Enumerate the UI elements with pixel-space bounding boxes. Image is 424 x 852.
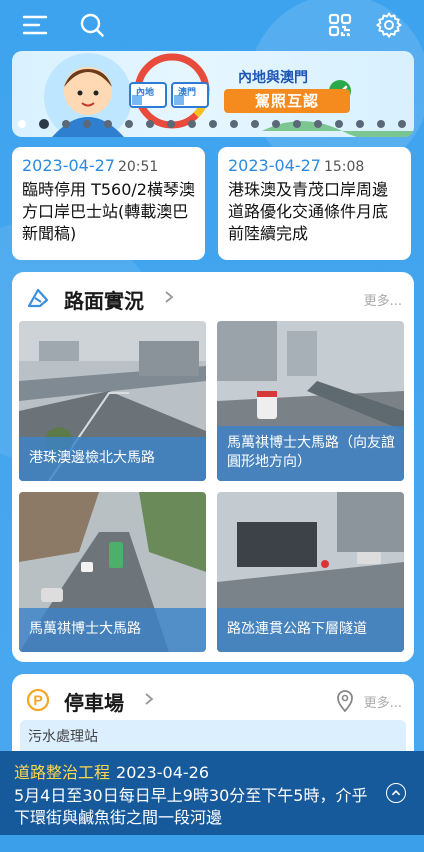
camera-label: 港珠澳邊檢北大馬路 bbox=[19, 437, 206, 481]
road-more-link[interactable]: 更多... bbox=[364, 290, 402, 309]
camera-label: 路氹連貫公路下層隧道 bbox=[217, 608, 404, 652]
banner-tag-left: 內地 bbox=[136, 88, 155, 98]
carousel-dot[interactable] bbox=[39, 119, 49, 129]
carousel-dot[interactable] bbox=[125, 120, 133, 128]
news-date: 2023-04-27 bbox=[22, 156, 115, 175]
parking-icon: P bbox=[26, 688, 50, 712]
camera-tile[interactable]: 馬萬祺博士大馬路 bbox=[19, 492, 206, 652]
carousel-dot[interactable] bbox=[377, 120, 385, 128]
banner-title: 內地與澳門 bbox=[238, 70, 308, 86]
banner-tag-right: 澳門 bbox=[178, 88, 197, 98]
carousel-dot[interactable] bbox=[335, 120, 343, 128]
top-bar bbox=[0, 0, 424, 52]
parking-title: 停車場 bbox=[64, 691, 124, 715]
camera-tile[interactable]: 路氹連貫公路下層隧道 bbox=[217, 492, 404, 652]
camera-label: 馬萬祺博士大馬路（向友誼圓形地方向） bbox=[217, 426, 404, 481]
announcement-ticker[interactable]: 道路整治工程 2023-04-26 5月4日至30日每日早上9時30分至下午5時，… bbox=[0, 751, 424, 835]
carousel-dot[interactable] bbox=[314, 120, 322, 128]
ticker-text: 5月4日至30日每日早上9時30分至下午5時，介乎下環街與鹹魚街之間一段河邊 bbox=[14, 786, 368, 827]
camera-label: 馬萬祺博士大馬路 bbox=[19, 608, 206, 652]
chevron-up-icon[interactable] bbox=[386, 783, 406, 803]
camera-tile[interactable]: 港珠澳邊檢北大馬路 bbox=[19, 321, 206, 481]
news-date: 2023-04-27 bbox=[228, 156, 321, 175]
news-time: 20:51 bbox=[117, 159, 159, 175]
news-card[interactable]: 2023-04-27 15:08 港珠澳及青茂口岸周邊道路優化交通條件月底前陸續完… bbox=[218, 147, 411, 260]
carousel-dot[interactable] bbox=[398, 120, 406, 128]
parking-header[interactable]: P 停車場 更多... bbox=[12, 674, 414, 724]
carousel-dot[interactable] bbox=[272, 120, 280, 128]
news-time: 15:08 bbox=[323, 159, 365, 175]
camera-tile[interactable]: 馬萬祺博士大馬路（向友誼圓形地方向） bbox=[217, 321, 404, 481]
road-conditions-panel: 路面實況 更多... 港珠澳邊檢北大馬路 馬萬祺博士大馬路（向友誼圓形地方向） … bbox=[12, 272, 414, 662]
road-icon bbox=[27, 288, 49, 308]
carousel-dot[interactable] bbox=[167, 120, 175, 128]
footer-strip bbox=[0, 835, 424, 852]
svg-text:P: P bbox=[33, 692, 42, 708]
chevron-right-icon bbox=[145, 693, 154, 705]
ticker-date: 2023-04-26 bbox=[116, 763, 209, 782]
road-conditions-header[interactable]: 路面實況 更多... bbox=[12, 272, 414, 322]
carousel-dot[interactable] bbox=[146, 120, 154, 128]
road-conditions-title: 路面實況 bbox=[64, 289, 144, 313]
news-card[interactable]: 2023-04-27 20:51 臨時停用 T560/2橫琴澳方口岸巴士站(轉載澳… bbox=[12, 147, 205, 260]
carousel-dot[interactable] bbox=[83, 120, 91, 128]
carousel-dot[interactable] bbox=[18, 120, 26, 128]
carousel-dot[interactable] bbox=[356, 120, 364, 128]
parking-more-link[interactable]: 更多... bbox=[364, 692, 402, 711]
carousel-dot[interactable] bbox=[293, 120, 301, 128]
ticker-category: 道路整治工程 bbox=[14, 763, 111, 782]
menu-icon[interactable] bbox=[22, 12, 48, 38]
scan-icon[interactable] bbox=[327, 12, 353, 38]
carousel-indicator bbox=[14, 118, 410, 130]
search-icon[interactable] bbox=[79, 12, 105, 38]
carousel-dot[interactable] bbox=[104, 120, 112, 128]
carousel-dot[interactable] bbox=[251, 120, 259, 128]
carousel-dot[interactable] bbox=[188, 120, 196, 128]
gear-icon[interactable] bbox=[376, 12, 402, 38]
carousel-dot[interactable] bbox=[230, 120, 238, 128]
chevron-right-icon bbox=[165, 291, 174, 303]
banner-subtitle: 駕照互認 bbox=[224, 89, 350, 113]
carousel-dot[interactable] bbox=[209, 120, 217, 128]
carousel-dot[interactable] bbox=[62, 120, 70, 128]
news-headline: 臨時停用 T560/2橫琴澳方口岸巴士站(轉載澳巴新聞稿) bbox=[22, 180, 195, 243]
location-pin-icon[interactable] bbox=[336, 690, 354, 712]
news-headline: 港珠澳及青茂口岸周邊道路優化交通條件月底前陸續完成 bbox=[228, 180, 389, 243]
